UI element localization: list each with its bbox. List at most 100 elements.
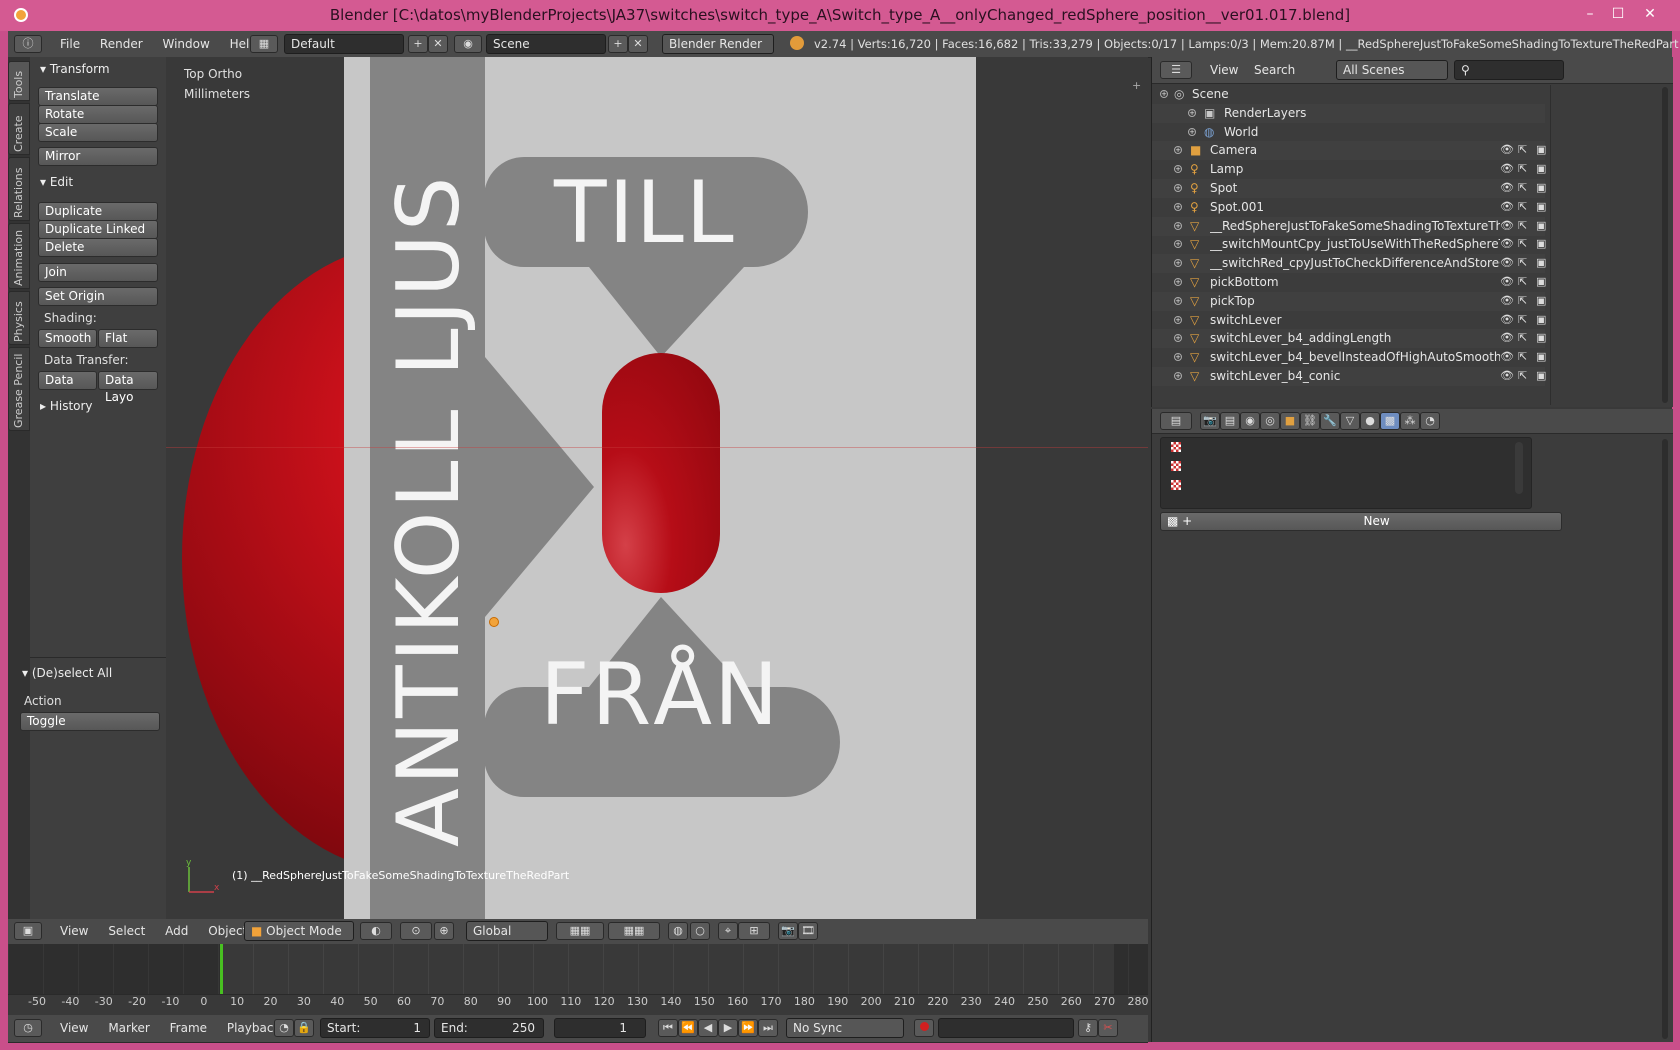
outliner-item-label[interactable]: switchLever xyxy=(1210,313,1282,327)
delete-keyframe-icon[interactable]: ✂ xyxy=(1098,1019,1118,1037)
outliner-row[interactable]: + ◍ World xyxy=(1152,123,1545,142)
screen-layout-icon[interactable]: ▦ xyxy=(250,35,278,53)
edit-panel-header[interactable]: ▾ Edit xyxy=(40,175,73,189)
outliner-search-input[interactable]: ⚲ xyxy=(1454,60,1564,80)
expand-toggle-icon[interactable]: + xyxy=(1188,108,1196,117)
minimize-button[interactable]: – xyxy=(1576,2,1604,26)
renderable-camera-icon[interactable]: ▣ xyxy=(1536,350,1546,363)
expand-toggle-icon[interactable]: + xyxy=(1174,202,1182,211)
visibility-eye-icon[interactable]: 👁 xyxy=(1500,200,1514,213)
sync-mode-select[interactable]: No Sync xyxy=(786,1018,904,1038)
selectable-arrow-icon[interactable]: ⇱ xyxy=(1518,331,1527,344)
transform-panel-header[interactable]: ▾ Transform xyxy=(40,62,110,76)
switch-texture-plane[interactable]: ANTIKOLL LJUS TILL FRÅN xyxy=(344,57,976,919)
selectable-arrow-icon[interactable]: ⇱ xyxy=(1518,237,1527,250)
outliner-item-label[interactable]: switchLever_b4_addingLength xyxy=(1210,331,1391,345)
renderable-camera-icon[interactable]: ▣ xyxy=(1536,219,1546,232)
renderable-camera-icon[interactable]: ▣ xyxy=(1536,294,1546,307)
selectable-arrow-icon[interactable]: ⇱ xyxy=(1518,219,1527,232)
editor-type-info-icon[interactable]: ⓘ xyxy=(14,35,42,53)
outliner-row[interactable]: + ▽ switchLever_b4_bevelInsteadOfHighAutoS… xyxy=(1152,348,1546,367)
opengl-render-icon[interactable]: 📷 xyxy=(778,922,798,940)
screen-layout-field[interactable]: Default xyxy=(284,34,404,54)
selectable-arrow-icon[interactable]: ⇱ xyxy=(1518,181,1527,194)
outliner-row[interactable]: + ▽ switchLever_b4_conic 👁 ⇱ ▣ xyxy=(1152,367,1546,386)
outliner-row[interactable]: + ▽ __switchMountCpy_justToUseWithTheRedSp… xyxy=(1152,235,1546,254)
opengl-animation-icon[interactable]: 🎞 xyxy=(798,922,818,940)
scale-button[interactable]: Scale xyxy=(38,123,158,142)
maximize-button[interactable]: ☐ xyxy=(1604,2,1632,26)
render-engine-select[interactable]: Blender Render xyxy=(662,34,774,54)
expand-toggle-icon[interactable]: + xyxy=(1174,315,1182,324)
editor-type-timeline-icon[interactable]: ◷ xyxy=(14,1019,42,1037)
data-button[interactable]: Data xyxy=(38,371,97,390)
duplicate-button[interactable]: Duplicate xyxy=(38,202,158,221)
outliner-item-label[interactable]: __switchMountCpy_justToUseWithTheRedSphe… xyxy=(1210,237,1500,251)
flat-button[interactable]: Flat xyxy=(98,329,158,348)
red-switch-lever[interactable] xyxy=(602,353,720,593)
tab-grease-pencil[interactable]: Grease Pencil xyxy=(8,347,30,431)
particles-tab-icon[interactable]: ⁂ xyxy=(1400,412,1420,430)
set-origin-select[interactable]: Set Origin xyxy=(38,287,158,306)
constraints-tab-icon[interactable]: ⛓ xyxy=(1300,412,1320,430)
data-layout-button[interactable]: Data Layo xyxy=(98,371,158,404)
start-frame-field[interactable]: Start: 1 xyxy=(320,1018,430,1038)
tab-relations[interactable]: Relations xyxy=(8,157,30,221)
menu-marker[interactable]: Marker xyxy=(100,1021,157,1035)
outliner-search-menu[interactable]: Search xyxy=(1246,63,1303,77)
selectable-arrow-icon[interactable]: ⇱ xyxy=(1518,369,1527,382)
record-icon[interactable] xyxy=(914,1019,934,1037)
renderable-camera-icon[interactable]: ▣ xyxy=(1536,256,1546,269)
outliner-row[interactable]: + ♀ Lamp 👁 ⇱ ▣ xyxy=(1152,160,1546,179)
menu-render[interactable]: Render xyxy=(92,37,151,51)
outliner-row[interactable]: + ■ Camera 👁 ⇱ ▣ xyxy=(1152,141,1546,161)
visibility-eye-icon[interactable]: 👁 xyxy=(1500,219,1514,232)
menu-select[interactable]: Select xyxy=(100,924,153,938)
outliner-item-label[interactable]: Spot.001 xyxy=(1210,200,1264,214)
lock-camera-icon[interactable]: ◍ xyxy=(668,922,688,940)
renderable-camera-icon[interactable]: ▣ xyxy=(1536,331,1546,344)
expand-toggle-icon[interactable]: + xyxy=(1160,90,1168,98)
3d-viewport[interactable]: ANTIKOLL LJUS TILL FRÅN Top Ortho Millim… xyxy=(166,57,1148,919)
expand-toggle-icon[interactable]: + xyxy=(1188,127,1196,136)
texture-slot-list[interactable] xyxy=(1160,437,1532,509)
snap-element-icon[interactable]: ⊞ xyxy=(738,922,770,940)
selectable-arrow-icon[interactable]: ⇱ xyxy=(1518,275,1527,288)
pivot-point-icon[interactable]: ⊙ xyxy=(400,922,432,940)
close-button[interactable]: ✕ xyxy=(1636,2,1664,26)
object-tab-icon[interactable]: ■ xyxy=(1280,412,1300,430)
current-frame-field[interactable]: 1 xyxy=(554,1018,646,1038)
prev-keyframe-icon[interactable]: ⏪ xyxy=(678,1019,698,1037)
renderable-camera-icon[interactable]: ▣ xyxy=(1536,143,1546,156)
selectable-arrow-icon[interactable]: ⇱ xyxy=(1518,200,1527,213)
jump-end-icon[interactable]: ⏭ xyxy=(758,1019,778,1037)
visibility-eye-icon[interactable]: 👁 xyxy=(1500,237,1514,250)
outliner-item-label[interactable]: World xyxy=(1224,125,1258,139)
timeline[interactable]: -50 -40 -30 -20 -10 0 10 20 30 40 50 60 70 80 90 100 110… xyxy=(8,944,1149,1043)
layers-tab-icon[interactable]: ▤ xyxy=(1220,412,1240,430)
outliner-scrollbar[interactable] xyxy=(1662,87,1668,403)
expand-toggle-icon[interactable]: + xyxy=(1174,240,1182,249)
outliner-item-label[interactable]: pickBottom xyxy=(1210,275,1279,289)
next-keyframe-icon[interactable]: ⏩ xyxy=(738,1019,758,1037)
insert-keyframe-icon[interactable]: ⚷ xyxy=(1078,1019,1098,1037)
menu-file[interactable]: File xyxy=(52,37,88,51)
expand-toggle-icon[interactable]: + xyxy=(1174,184,1182,192)
layers-group-b-icon[interactable]: ▦▦ xyxy=(608,922,660,940)
menu-window[interactable]: Window xyxy=(154,37,217,51)
expand-toggle-icon[interactable]: + xyxy=(1174,353,1182,362)
outliner-row[interactable]: + ▽ switchLever_b4_addingLength 👁 ⇱ ▣ xyxy=(1152,329,1546,349)
menu-add[interactable]: Add xyxy=(157,924,196,938)
play-icon[interactable]: ▶ xyxy=(718,1019,738,1037)
expand-toggle-icon[interactable]: + xyxy=(1174,165,1182,174)
selectable-arrow-icon[interactable]: ⇱ xyxy=(1518,350,1527,363)
renderable-camera-icon[interactable]: ▣ xyxy=(1536,162,1546,175)
outliner-item-label[interactable]: RenderLayers xyxy=(1224,106,1306,120)
add-layout-icon[interactable]: + xyxy=(408,35,428,53)
expand-toggle-icon[interactable]: + xyxy=(1174,334,1182,343)
visibility-eye-icon[interactable]: 👁 xyxy=(1500,162,1514,175)
expand-toggle-icon[interactable]: + xyxy=(1174,221,1182,230)
tab-animation[interactable]: Animation xyxy=(8,223,30,289)
selectable-arrow-icon[interactable]: ⇱ xyxy=(1518,294,1527,307)
history-panel-header[interactable]: ▸ History xyxy=(40,399,93,413)
